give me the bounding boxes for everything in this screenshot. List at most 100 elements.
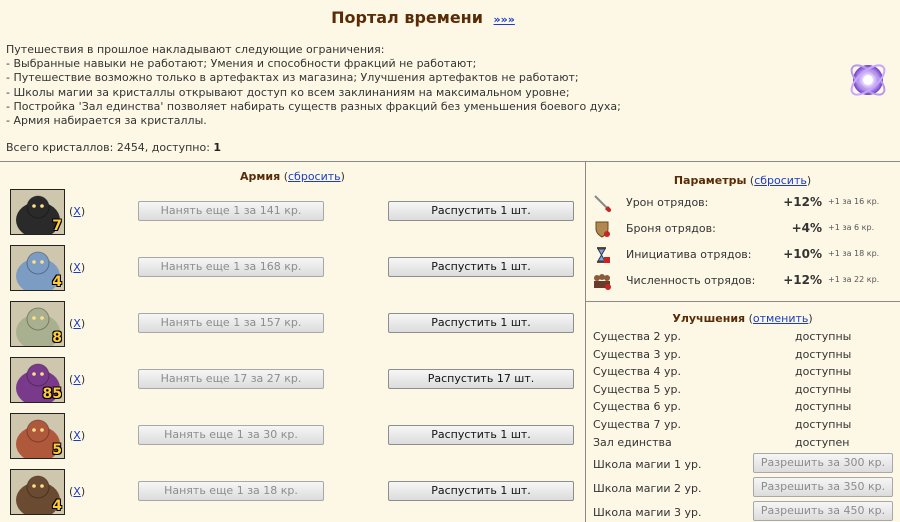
shield-icon	[592, 219, 612, 239]
upgrade-row: Существа 7 ур. доступны	[593, 416, 893, 434]
remove-unit-link[interactable]: (X)	[69, 261, 85, 274]
parameter-value: +12%	[783, 273, 822, 287]
army-unit-row: 4 (X) Нанять еще 1 за 18 кр. Распустить 1 ш…	[10, 469, 580, 515]
portal-orb-icon	[846, 58, 890, 102]
allow-magic-school-button[interactable]: Разрешить за 350 кр.	[753, 477, 893, 497]
parameter-label: Броня отрядов:	[626, 222, 716, 235]
upgrade-status: доступны	[795, 330, 852, 343]
upgrade-row: Существа 4 ур. доступны	[593, 363, 893, 381]
upgrade-label: Существа 7 ур.	[593, 418, 681, 431]
creature-portrait[interactable]: 8	[10, 301, 65, 347]
creature-count: 8	[52, 330, 62, 346]
magic-school-label: Школа магии 3 ур.	[593, 506, 702, 519]
parameters-title: Параметры	[673, 174, 747, 187]
hire-more-button[interactable]: Нанять еще 1 за 18 кр.	[138, 481, 324, 501]
group-icon	[592, 271, 612, 291]
army-unit-row: 4 (X) Нанять еще 1 за 168 кр. Распустить 1 …	[10, 245, 580, 291]
params-divider	[585, 301, 900, 302]
upgrade-row: Существа 2 ур. доступны	[593, 328, 893, 346]
creature-portrait[interactable]: 5	[10, 413, 65, 459]
parameter-upgrade-cost[interactable]: +1 за 22 кр.	[828, 275, 879, 284]
parameter-upgrade-cost[interactable]: +1 за 18 кр.	[828, 249, 879, 258]
upgrade-status: доступен	[795, 435, 850, 449]
magic-school-label: Школа магии 1 ур.	[593, 458, 702, 471]
upgrades-header: Улучшения (отменить)	[672, 312, 813, 325]
dismiss-button[interactable]: Распустить 1 шт.	[388, 425, 574, 445]
portal-more-link[interactable]: »»»	[494, 13, 515, 26]
parameters-reset-link[interactable]: сбросить	[754, 174, 807, 187]
upgrade-status: доступны	[795, 365, 852, 379]
parameter-row: Урон отрядов: +12% +1 за 16 кр.	[592, 191, 892, 215]
hire-more-button[interactable]: Нанять еще 1 за 168 кр.	[138, 257, 324, 277]
upgrade-label: Существа 6 ур.	[593, 400, 681, 414]
restriction-line: - Выбранные навыки не работают; Умения и…	[6, 57, 477, 71]
dismiss-button[interactable]: Распустить 17 шт.	[388, 369, 574, 389]
upgrade-row: Существа 5 ур. доступны	[593, 381, 893, 399]
army-unit-row: 85 (X) Нанять еще 17 за 27 кр. Распустить 1…	[10, 357, 580, 403]
hire-more-button[interactable]: Нанять еще 1 за 157 кр.	[138, 313, 324, 333]
upgrades-title: Улучшения	[672, 312, 746, 325]
page-title: Портал времени »»»	[0, 8, 846, 27]
hire-more-button[interactable]: Нанять еще 1 за 30 кр.	[138, 425, 324, 445]
upgrade-label: Зал единства	[593, 435, 672, 449]
remove-unit-link[interactable]: (X)	[69, 485, 85, 498]
crystal-total-label: Всего кристаллов: 2454, доступно:	[6, 141, 214, 155]
allow-magic-school-button[interactable]: Разрешить за 300 кр.	[753, 453, 893, 473]
magic-school-row: Школа магии 2 ур. Разрешить за 350 кр.	[593, 477, 893, 498]
remove-unit-link[interactable]: (X)	[69, 205, 85, 218]
army-reset-link[interactable]: сбросить	[288, 170, 341, 183]
creature-count: 7	[52, 218, 62, 234]
dismiss-button[interactable]: Распустить 1 шт.	[388, 481, 574, 501]
restriction-line: - Армия набирается за кристаллы.	[6, 114, 207, 128]
parameter-upgrade-cost[interactable]: +1 за 16 кр.	[828, 197, 879, 206]
dismiss-button[interactable]: Распустить 1 шт.	[388, 313, 574, 333]
remove-unit-link[interactable]: (X)	[69, 317, 85, 330]
creature-portrait[interactable]: 4	[10, 469, 65, 515]
upgrade-row: Существа 3 ур. доступны	[593, 346, 893, 364]
upgrades-cancel-link[interactable]: отменить	[753, 312, 808, 325]
upgrade-status: доступны	[795, 382, 852, 396]
upgrade-status: доступны	[795, 347, 852, 361]
creature-count: 85	[42, 386, 62, 402]
upgrade-row: Зал единства доступен	[593, 434, 893, 452]
army-unit-row: 8 (X) Нанять еще 1 за 157 кр. Распустить 1 …	[10, 301, 580, 347]
creature-portrait[interactable]: 85	[10, 357, 65, 403]
remove-unit-link[interactable]: (X)	[69, 429, 85, 442]
column-divider	[585, 161, 586, 522]
restrictions-text: Путешествия в прошлое накладывают следую…	[6, 43, 766, 155]
hire-more-button[interactable]: Нанять еще 1 за 141 кр.	[138, 201, 324, 221]
allow-magic-school-button[interactable]: Разрешить за 450 кр.	[753, 501, 893, 521]
parameter-row: Броня отрядов: +4% +1 за 6 кр.	[592, 217, 892, 241]
creature-count: 4	[52, 498, 62, 514]
army-unit-row: 5 (X) Нанять еще 1 за 30 кр. Распустить 1 ш…	[10, 413, 580, 459]
magic-school-label: Школа магии 2 ур.	[593, 482, 702, 495]
upgrade-label: Существа 5 ур.	[593, 382, 681, 396]
restriction-line: Путешествия в прошлое накладывают следую…	[6, 43, 385, 56]
parameters-header: Параметры (сбросить)	[673, 174, 812, 187]
top-divider	[0, 161, 900, 162]
remove-unit-link[interactable]: (X)	[69, 373, 85, 386]
dismiss-button[interactable]: Распустить 1 шт.	[388, 201, 574, 221]
upgrade-status: доступны	[795, 400, 852, 414]
page-title-text: Портал времени	[331, 8, 483, 27]
upgrade-label: Существа 3 ур.	[593, 347, 681, 361]
creature-count: 5	[52, 442, 62, 458]
hire-more-button[interactable]: Нанять еще 17 за 27 кр.	[138, 369, 324, 389]
parameter-row: Численность отрядов: +12% +1 за 22 кр.	[592, 269, 892, 293]
dismiss-button[interactable]: Распустить 1 шт.	[388, 257, 574, 277]
crystal-total: Всего кристаллов: 2454, доступно: 1	[6, 141, 766, 155]
parameter-row: Инициатива отрядов: +10% +1 за 18 кр.	[592, 243, 892, 267]
army-header: Армия (сбросить)	[240, 170, 345, 183]
creature-portrait[interactable]: 4	[10, 245, 65, 291]
parameter-label: Урон отрядов:	[626, 196, 709, 209]
upgrade-row: Существа 6 ур. доступны	[593, 398, 893, 416]
creature-portrait[interactable]: 7	[10, 189, 65, 235]
parameter-value: +12%	[783, 195, 822, 209]
parameter-value: +4%	[791, 221, 822, 235]
parameter-value: +10%	[783, 247, 822, 261]
parameter-upgrade-cost[interactable]: +1 за 6 кр.	[828, 223, 874, 232]
magic-school-row: Школа магии 3 ур. Разрешить за 450 кр.	[593, 501, 893, 522]
restriction-line: - Постройка 'Зал единства' позволяет наб…	[6, 99, 621, 113]
upgrade-status: доступны	[795, 418, 852, 431]
restriction-line: - Школы магии за кристаллы открывают дос…	[6, 85, 570, 99]
